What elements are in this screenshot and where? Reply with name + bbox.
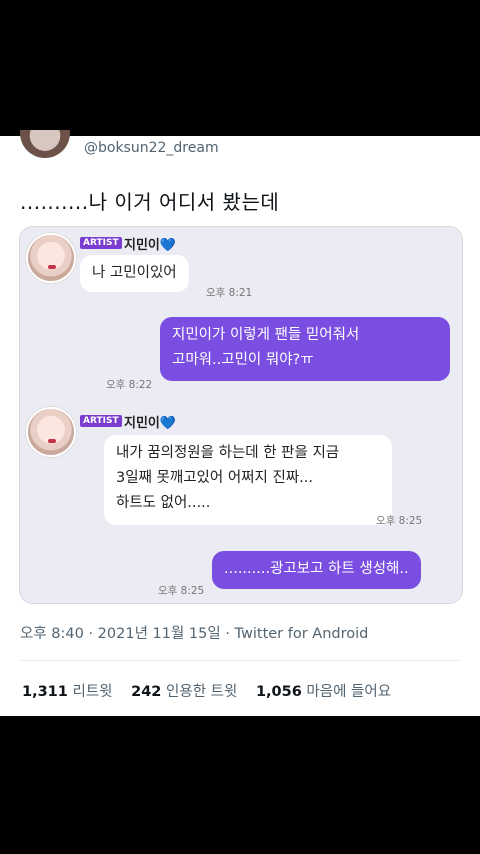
message-time: 오후 8:25 (158, 585, 205, 597)
blue-heart-icon: 💙 (159, 416, 177, 431)
artist-badge: ARTIST (80, 237, 122, 249)
message-line: 고마워..고민이 뭐야?ㅠ (172, 352, 314, 368)
tweet-timestamp[interactable]: 오후 8:40 · 2021년 11월 15일 · (20, 626, 235, 642)
artist-profile-picture (26, 407, 76, 457)
message-line: 지민이가 이렇게 팬들 믿어줘서 (172, 327, 360, 343)
divider (20, 660, 460, 661)
tweet-stats: 1,311 리트윗 242 인용한 트윗 1,056 마음에 들어요 (22, 680, 405, 701)
attached-image[interactable]: ARTIST 지민이💙 나 고민이있어 오후 8:21 지민이가 이렇게 팬들 … (19, 226, 463, 604)
user-handle[interactable]: @boksun22_dream (84, 140, 219, 156)
tweet-text: ..........나 이거 어디서 봤는데 (20, 190, 280, 214)
message-line: 내가 꿈의정원을 하는데 한 판을 지금 (116, 445, 340, 461)
message-bubble: 나 고민이있어 (80, 255, 189, 292)
message-bubble: ..........광고보고 하트 생성해.. (212, 551, 421, 589)
artist-badge: ARTIST (80, 415, 122, 427)
tweet-meta: 오후 8:40 · 2021년 11월 15일 · Twitter for An… (20, 622, 368, 643)
quotes-stat[interactable]: 242 인용한 트윗 (131, 684, 237, 700)
artist-name: 지민이💙 (124, 238, 177, 253)
artist-profile-picture (26, 233, 76, 283)
message-time: 오후 8:25 (376, 515, 423, 527)
likes-stat[interactable]: 1,056 마음에 들어요 (256, 684, 391, 700)
tweet-card: @boksun22_dream ..........나 이거 어디서 봤는데 A… (0, 130, 480, 716)
message-line: 3일째 못깨고있어 어쩌지 진짜... (116, 470, 313, 486)
blue-heart-icon: 💙 (159, 238, 177, 253)
message-time: 오후 8:21 (206, 287, 253, 299)
avatar[interactable] (20, 130, 70, 158)
message-bubble: 내가 꿈의정원을 하는데 한 판을 지금 3일째 못깨고있어 어쩌지 진짜...… (104, 435, 392, 525)
message-time: 오후 8:22 (106, 379, 153, 391)
artist-name: 지민이💙 (124, 416, 177, 431)
tweet-source-link[interactable]: Twitter for Android (235, 626, 369, 642)
message-bubble: 지민이가 이렇게 팬들 믿어줘서 고마워..고민이 뭐야?ㅠ (160, 317, 450, 381)
retweets-stat[interactable]: 1,311 리트윗 (22, 684, 113, 700)
message-line: 하트도 없어..... (116, 495, 211, 511)
